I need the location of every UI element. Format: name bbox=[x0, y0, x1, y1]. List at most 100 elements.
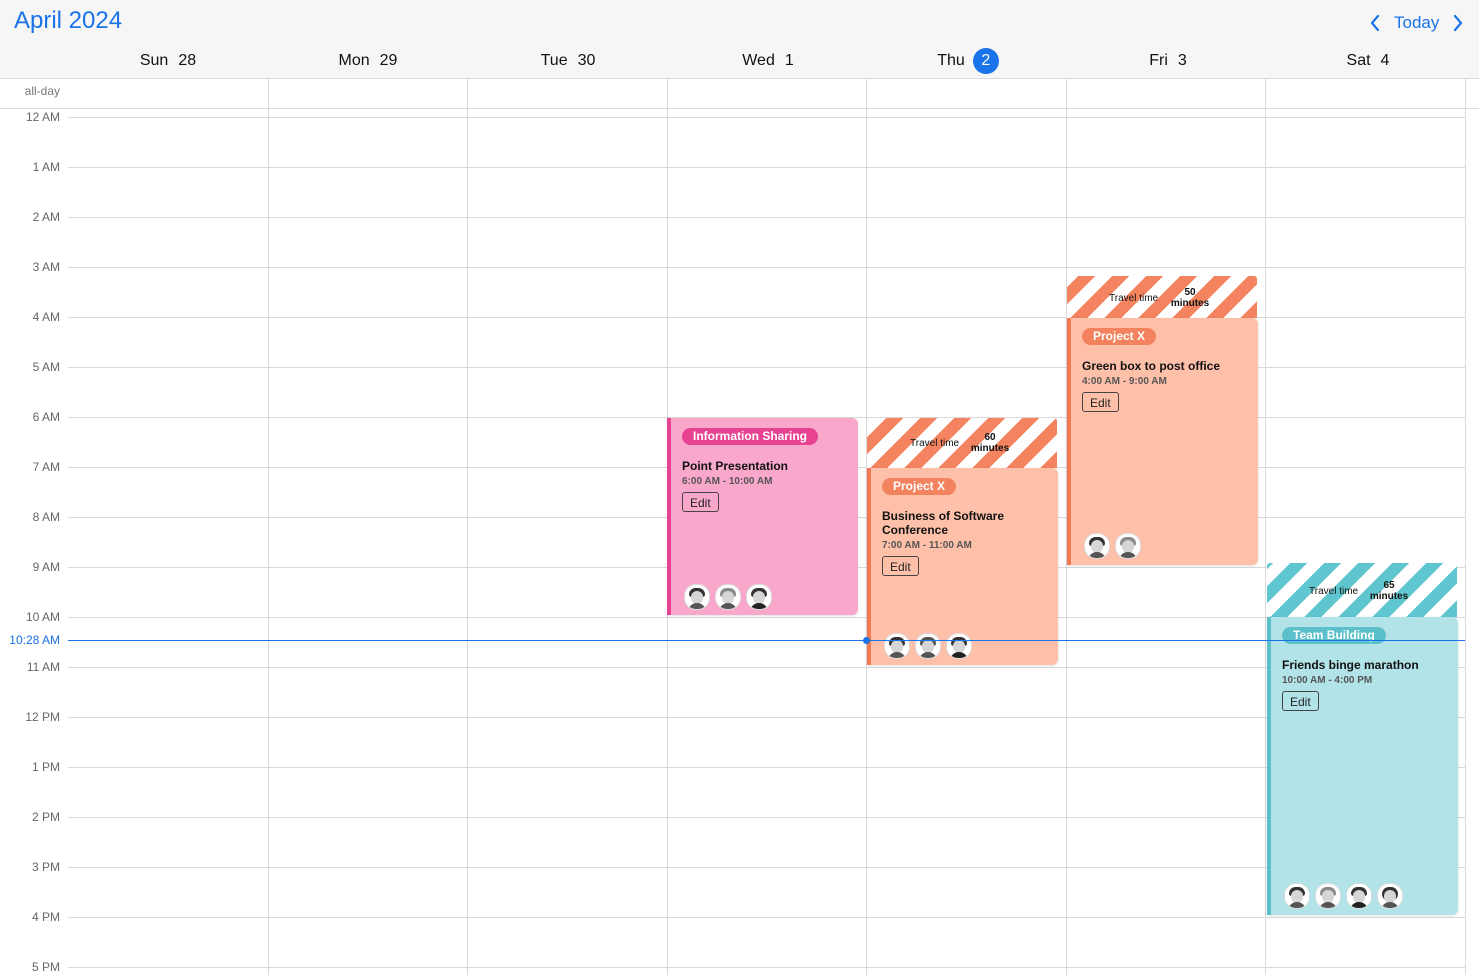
avatar[interactable] bbox=[684, 584, 710, 610]
avatar[interactable] bbox=[1284, 883, 1310, 909]
month-title: April 2024 bbox=[14, 7, 123, 34]
column-divider bbox=[467, 79, 468, 975]
day-name: Wed bbox=[742, 52, 775, 69]
hour-label: 6 AM bbox=[32, 410, 60, 424]
chevron-right-icon bbox=[1453, 14, 1463, 32]
column-divider bbox=[1265, 79, 1266, 975]
hour-label: 2 PM bbox=[31, 810, 60, 824]
day-number: 4 bbox=[1380, 52, 1390, 69]
day-number: 3 bbox=[1177, 52, 1187, 69]
travel-time-value: 60 minutes bbox=[970, 432, 1010, 454]
hour-label: 5 AM bbox=[32, 360, 60, 374]
event-title: Point Presentation bbox=[682, 459, 789, 473]
hour-label: 2 AM bbox=[32, 210, 60, 224]
edit-button[interactable]: Edit bbox=[882, 556, 919, 576]
edit-button[interactable]: Edit bbox=[1282, 691, 1319, 711]
hour-gridline bbox=[68, 667, 1465, 668]
event-tag: Project X bbox=[1082, 328, 1157, 345]
column-divider bbox=[1465, 79, 1466, 975]
hour-label: 12 AM bbox=[25, 110, 60, 124]
hour-gridline bbox=[68, 617, 1465, 618]
hour-label: 1 PM bbox=[31, 760, 60, 774]
hour-gridline bbox=[68, 867, 1465, 868]
event-time: 4:00 AM - 9:00 AM bbox=[1082, 376, 1167, 387]
avatar[interactable] bbox=[946, 633, 972, 659]
next-week-button[interactable] bbox=[1447, 10, 1469, 36]
day-header-sun[interactable]: Sun 28 bbox=[68, 48, 268, 74]
travel-time-block: Travel time 65 minutes bbox=[1267, 563, 1457, 617]
event-tag: Team Building bbox=[1282, 627, 1386, 644]
day-header-thu[interactable]: Thu 2 bbox=[868, 48, 1068, 74]
today-button[interactable]: Today bbox=[1394, 10, 1439, 36]
hour-label: 1 AM bbox=[32, 160, 60, 174]
hour-label: 7 AM bbox=[32, 460, 60, 474]
day-number: 29 bbox=[379, 52, 398, 69]
current-time-dot bbox=[863, 637, 870, 644]
avatar[interactable] bbox=[1315, 883, 1341, 909]
event-title: Business of Software Conference bbox=[882, 509, 1005, 537]
hour-gridline bbox=[68, 967, 1465, 968]
event-time: 6:00 AM - 10:00 AM bbox=[682, 476, 773, 487]
event-green-box-to-post-office[interactable]: Project X Green box to post office 4:00 … bbox=[1067, 318, 1258, 565]
hour-label: 12 PM bbox=[25, 710, 60, 724]
avatar[interactable] bbox=[884, 633, 910, 659]
event-business-of-software-conference[interactable]: Project X Business of Software Conferenc… bbox=[867, 468, 1058, 665]
day-number: 30 bbox=[577, 52, 596, 69]
hour-label: 4 AM bbox=[32, 310, 60, 324]
avatar[interactable] bbox=[746, 584, 772, 610]
travel-time-value: 50 minutes bbox=[1170, 287, 1210, 309]
avatar[interactable] bbox=[715, 584, 741, 610]
hour-label: 8 AM bbox=[32, 510, 60, 524]
event-time: 7:00 AM - 11:00 AM bbox=[882, 540, 972, 551]
travel-time-block: Travel time 50 minutes bbox=[1067, 276, 1257, 318]
avatar[interactable] bbox=[1346, 883, 1372, 909]
avatar[interactable] bbox=[1115, 533, 1141, 559]
day-header-wed[interactable]: Wed 1 bbox=[668, 48, 868, 74]
travel-time-label: Travel time bbox=[1109, 293, 1159, 304]
day-name: Thu bbox=[937, 52, 965, 69]
attendee-list bbox=[1084, 533, 1146, 559]
hour-gridline bbox=[68, 917, 1465, 918]
day-header-sat[interactable]: Sat 4 bbox=[1268, 48, 1468, 74]
column-divider bbox=[268, 79, 269, 975]
current-time-label: 10:28 AM bbox=[9, 633, 60, 647]
attendee-list bbox=[684, 584, 777, 610]
travel-time-value: 65 minutes bbox=[1369, 580, 1409, 602]
event-friends-binge-marathon[interactable]: Team Building Friends binge marathon 10:… bbox=[1267, 617, 1458, 915]
today-badge: 2 bbox=[972, 48, 999, 74]
all-day-row[interactable]: all-day bbox=[0, 79, 1479, 109]
day-header-tue[interactable]: Tue 30 bbox=[468, 48, 668, 74]
hour-label: 11 AM bbox=[26, 660, 60, 674]
attendee-list bbox=[884, 633, 977, 659]
hour-label: 5 PM bbox=[31, 960, 60, 974]
edit-button[interactable]: Edit bbox=[1082, 392, 1119, 412]
avatar[interactable] bbox=[1377, 883, 1403, 909]
travel-time-block: Travel time 60 minutes bbox=[867, 418, 1057, 468]
travel-time-label: Travel time bbox=[1309, 586, 1359, 597]
day-name: Tue bbox=[540, 52, 568, 69]
all-day-label: all-day bbox=[24, 84, 60, 98]
travel-time-label: Travel time bbox=[910, 438, 960, 449]
hour-gridline bbox=[68, 717, 1465, 718]
day-name: Sat bbox=[1346, 52, 1371, 69]
day-name: Fri bbox=[1149, 52, 1168, 69]
hour-label: 10 AM bbox=[25, 610, 60, 624]
edit-button[interactable]: Edit bbox=[682, 492, 719, 512]
event-title: Green box to post office bbox=[1082, 359, 1221, 373]
day-header-mon[interactable]: Mon 29 bbox=[268, 48, 468, 74]
day-name: Mon bbox=[338, 52, 370, 69]
hour-label: 9 AM bbox=[32, 560, 60, 574]
current-time-line bbox=[68, 640, 1465, 641]
chevron-left-icon bbox=[1370, 14, 1380, 32]
calendar-header: April 2024 Today Sun 28 Mon 29 Tue 30 We… bbox=[0, 0, 1479, 79]
avatar[interactable] bbox=[1084, 533, 1110, 559]
event-point-presentation[interactable]: Information Sharing Point Presentation 6… bbox=[667, 418, 858, 615]
attendee-list bbox=[1284, 883, 1408, 909]
event-tag: Information Sharing bbox=[682, 428, 818, 445]
hour-gridline bbox=[68, 167, 1465, 168]
prev-week-button[interactable] bbox=[1364, 10, 1386, 36]
hour-gridline bbox=[68, 817, 1465, 818]
day-header-fri[interactable]: Fri 3 bbox=[1068, 48, 1268, 74]
avatar[interactable] bbox=[915, 633, 941, 659]
hour-gridline bbox=[68, 267, 1465, 268]
